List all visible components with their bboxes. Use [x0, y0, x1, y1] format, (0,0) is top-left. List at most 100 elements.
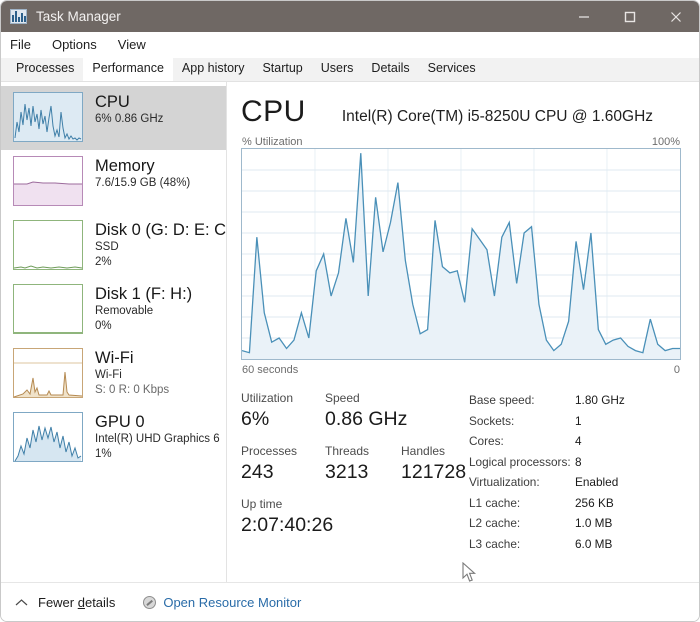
- title-bar-left: Task Manager: [1, 9, 121, 24]
- title-bar: Task Manager: [1, 1, 699, 32]
- tab-users[interactable]: Users: [312, 57, 363, 81]
- sidebar-item-cpu-title: CPU: [95, 93, 130, 111]
- stat-uptime-label: Up time: [241, 497, 283, 511]
- stat-uptime: Up time 2:07:40:26: [241, 496, 333, 538]
- sidebar-item-gpu-0-sub1: Intel(R) UHD Graphics 6: [95, 433, 220, 445]
- stat-speed: Speed 0.86 GHz: [325, 390, 407, 432]
- maximize-icon[interactable]: [607, 1, 653, 32]
- spec-sockets-value: 1: [575, 413, 582, 428]
- chart-y-axis-label: % Utilization: [242, 136, 303, 148]
- sidebar-item-disk-0-sub1: SSD: [95, 241, 119, 253]
- sidebar-item-gpu-0-sub2: 1%: [95, 448, 112, 460]
- spec-row: L1 cache: 256 KB: [469, 494, 681, 513]
- menu-item-options[interactable]: Options: [52, 35, 108, 55]
- stat-speed-label: Speed: [325, 391, 360, 405]
- sidebar-item-wifi[interactable]: Wi-Fi Wi-Fi S: 0 R: 0 Kbps: [1, 342, 226, 406]
- spec-l3-cache-label: L3 cache:: [469, 536, 521, 551]
- sidebar-item-disk-1-sub2: 0%: [95, 320, 112, 332]
- sidebar-item-cpu[interactable]: CPU 6% 0.86 GHz: [1, 86, 226, 150]
- menu-item-file[interactable]: File: [10, 35, 42, 55]
- window-title: Task Manager: [36, 9, 121, 24]
- stat-threads: Threads 3213: [325, 443, 401, 485]
- stats-row-3: Up time 2:07:40:26: [241, 496, 469, 538]
- stat-processes-label: Processes: [241, 444, 298, 458]
- cpu-utilization-chart: [241, 148, 681, 360]
- chart-top-axis: % Utilization 100%: [241, 136, 681, 148]
- sidebar-item-disk-1-title: Disk 1 (F: H:): [95, 285, 193, 303]
- tab-startup[interactable]: Startup: [253, 57, 311, 81]
- tab-details[interactable]: Details: [362, 57, 418, 81]
- cpu-thumbnail-chart: [13, 92, 83, 142]
- gpu-0-thumbnail-chart: [13, 412, 83, 462]
- chart-x-axis-label: 60 seconds: [242, 364, 299, 376]
- spec-l1-cache-value: 256 KB: [575, 495, 614, 510]
- stat-handles-label: Handles: [401, 444, 446, 458]
- sidebar-item-wifi-title: Wi-Fi: [95, 349, 134, 367]
- minimize-icon[interactable]: [561, 1, 607, 32]
- sidebar-item-disk-0-sub2: 2%: [95, 256, 112, 268]
- spec-l2-cache-label: L2 cache:: [469, 516, 521, 530]
- stat-threads-value: 3213: [325, 461, 369, 483]
- sidebar-item-disk-1[interactable]: Disk 1 (F: H:) Removable 0%: [1, 278, 226, 342]
- content-area: CPU 6% 0.86 GHz Memory 7.6/15.9 GB (48%): [1, 82, 699, 610]
- sidebar-item-wifi-text: Wi-Fi Wi-Fi S: 0 R: 0 Kbps: [95, 348, 169, 398]
- spec-sockets-label: Sockets:: [469, 413, 515, 428]
- chart-bottom-axis: 60 seconds 0: [241, 364, 681, 376]
- stat-processes-value: 243: [241, 461, 274, 483]
- tab-performance[interactable]: Performance: [83, 57, 173, 81]
- spec-base-speed-label: Base speed:: [469, 393, 535, 407]
- sidebar-item-gpu-0[interactable]: GPU 0 Intel(R) UHD Graphics 6 1%: [1, 406, 226, 470]
- sidebar-item-disk-0-title: Disk 0 (G: D: E: C:): [95, 221, 226, 239]
- stats-spec-column: Base speed: 1.80 GHz Sockets: 1 Cores: 4…: [469, 390, 681, 555]
- stat-handles-value: 121728: [401, 461, 467, 483]
- task-manager-window: Task Manager File Options View Processes…: [0, 0, 700, 622]
- chart-x-axis-zero: 0: [673, 364, 680, 376]
- stat-utilization: Utilization 6%: [241, 390, 325, 432]
- tab-services[interactable]: Services: [419, 57, 485, 81]
- spec-row: Virtualization: Enabled: [469, 473, 681, 492]
- cpu-utilization-chart-svg: [242, 149, 680, 359]
- cpu-model-label: Intel(R) Core(TM) i5-8250U CPU @ 1.60GHz: [341, 108, 654, 125]
- stat-threads-label: Threads: [325, 444, 370, 458]
- memory-thumbnail-chart: [13, 156, 83, 206]
- wifi-thumbnail-chart: [13, 348, 83, 398]
- stat-utilization-value: 6%: [241, 408, 270, 430]
- chevron-up-icon: [15, 598, 28, 605]
- menu-bar: File Options View: [1, 32, 699, 58]
- sidebar-item-disk-0[interactable]: Disk 0 (G: D: E: C:) SSD 2%: [1, 214, 226, 278]
- panel-header: CPU Intel(R) Core(TM) i5-8250U CPU @ 1.6…: [241, 94, 681, 130]
- sidebar-item-cpu-sub: 6% 0.86 GHz: [95, 113, 164, 125]
- disk-1-thumbnail-chart: [13, 284, 83, 334]
- stats-area: Utilization 6% Speed 0.86 GHz Processes …: [241, 390, 681, 555]
- sidebar-item-gpu-0-text: GPU 0 Intel(R) UHD Graphics 6 1%: [95, 412, 220, 462]
- spec-virtualization-label: Virtualization:: [469, 475, 540, 489]
- sidebar-item-disk-1-sub1: Removable: [95, 305, 154, 317]
- spec-row: L2 cache: 1.0 MB: [469, 514, 681, 533]
- stat-processes: Processes 243: [241, 443, 325, 485]
- tab-app-history[interactable]: App history: [173, 57, 254, 81]
- spec-row: L3 cache: 6.0 MB: [469, 535, 681, 554]
- resource-monitor-icon: [143, 595, 157, 609]
- spec-row: Sockets: 1: [469, 412, 681, 431]
- spec-row: Base speed: 1.80 GHz: [469, 391, 681, 410]
- stat-speed-value: 0.86 GHz: [325, 408, 408, 430]
- sidebar-item-gpu-0-title: GPU 0: [95, 413, 145, 431]
- sidebar-item-memory-sub: 7.6/15.9 GB (48%): [95, 177, 191, 189]
- spec-logical-processors-label: Logical processors:: [469, 454, 571, 469]
- spec-l1-cache-label: L1 cache:: [469, 495, 521, 510]
- close-icon[interactable]: [653, 1, 699, 32]
- stat-uptime-value: 2:07:40:26: [241, 514, 334, 536]
- menu-item-view[interactable]: View: [118, 35, 157, 55]
- sidebar-item-memory-text: Memory 7.6/15.9 GB (48%): [95, 156, 190, 191]
- open-resource-monitor-link[interactable]: Open Resource Monitor: [143, 595, 301, 610]
- sidebar-item-memory[interactable]: Memory 7.6/15.9 GB (48%): [1, 150, 226, 214]
- sidebar-item-wifi-sub1: Wi-Fi: [95, 369, 122, 381]
- tab-processes[interactable]: Processes: [7, 57, 83, 81]
- spec-base-speed-value: 1.80 GHz: [575, 393, 625, 407]
- stats-row-2: Processes 243 Threads 3213 Handles 12172…: [241, 443, 469, 485]
- spec-l2-cache-value: 1.0 MB: [575, 516, 613, 530]
- chart-y-axis-max: 100%: [651, 136, 680, 148]
- spec-logical-processors-value: 8: [575, 454, 582, 469]
- fewer-details-button[interactable]: Fewer details: [15, 595, 115, 610]
- sidebar-item-cpu-text: CPU 6% 0.86 GHz: [95, 92, 163, 127]
